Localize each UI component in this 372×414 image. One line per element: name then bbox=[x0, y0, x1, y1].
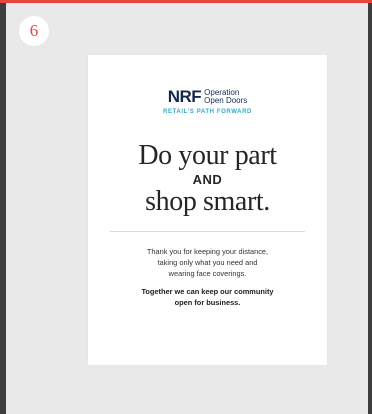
step-number: 6 bbox=[29, 21, 39, 40]
top-accent-bar bbox=[0, 0, 372, 3]
logo-tagline-line2: Open Doors bbox=[204, 96, 248, 105]
logo-subline: RETAIL'S PATH FORWARD bbox=[163, 109, 252, 115]
headline-line1: Do your part bbox=[138, 140, 277, 171]
step-number-badge: 6 bbox=[19, 16, 49, 46]
logo-tagline: Operation Open Doors bbox=[204, 89, 247, 105]
headline-line2: AND bbox=[192, 172, 223, 187]
poster-divider bbox=[110, 231, 305, 232]
headline-line3: shop smart. bbox=[145, 186, 270, 217]
body-line: taking only what you need and bbox=[157, 258, 258, 267]
poster-image: NRF Operation Open Doors RETAIL'S PATH F… bbox=[88, 55, 327, 365]
right-edge-strip bbox=[368, 0, 372, 414]
poster-call-to-action: Together we can keep our community open … bbox=[88, 286, 327, 308]
poster-body-text: Thank you for keeping your distance, tak… bbox=[88, 246, 327, 279]
body-line: Thank you for keeping your distance, bbox=[146, 247, 269, 256]
body-line: wearing face coverings. bbox=[168, 269, 247, 278]
content-panel: 6 NRF Operation Open Doors RETAIL'S PATH… bbox=[6, 3, 368, 414]
cta-line: open for business. bbox=[174, 298, 241, 307]
nrf-logo: NRF Operation Open Doors RETAIL'S PATH F… bbox=[88, 87, 327, 115]
logo-mark: NRF bbox=[167, 87, 202, 106]
cta-line: Together we can keep our community bbox=[141, 287, 274, 296]
poster-headline: Do your part AND shop smart. bbox=[88, 141, 327, 217]
